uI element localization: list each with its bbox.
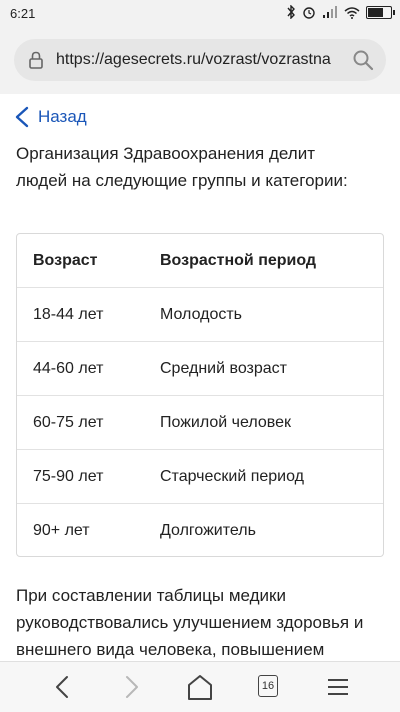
tabs-button[interactable]: 16 xyxy=(254,672,284,702)
back-arrow-icon[interactable] xyxy=(48,672,78,702)
signal-icon xyxy=(323,5,337,18)
age-cell: 75-90 лет xyxy=(17,449,144,504)
column-header-period: Возрастной период xyxy=(144,234,383,288)
table-row: 60-75 лет Пожилой человек xyxy=(17,395,383,450)
forward-arrow-icon[interactable] xyxy=(116,672,146,702)
intro-text: Организация Здравоохранения делит людей … xyxy=(16,140,386,194)
intro-line-1: Организация Здравоохранения делит xyxy=(16,144,315,163)
period-cell: Старческий период xyxy=(144,449,383,504)
period-cell: Долгожитель xyxy=(160,521,256,539)
period-cell: Пожилой человек xyxy=(144,395,383,450)
address-bar[interactable]: https://agesecrets.ru/vozrast/vozrastna xyxy=(14,39,386,81)
table-row: 90+ лет Долгожитель xyxy=(17,504,383,557)
table-row: 18-44 лет Молодость xyxy=(17,287,383,342)
intro-line-2: людей на следующие группы и категории: xyxy=(16,171,348,190)
age-cell: 44-60 лет xyxy=(17,341,144,396)
home-icon[interactable] xyxy=(185,672,215,702)
battery-icon xyxy=(366,5,395,19)
period-cell: Средний возраст xyxy=(144,341,383,396)
url-text[interactable]: https://agesecrets.ru/vozrast/vozrastna xyxy=(56,51,341,69)
status-icons xyxy=(286,5,395,19)
age-table: Возраст Возрастной период 18-44 лет Моло… xyxy=(16,233,384,557)
tabs-count: 16 xyxy=(258,675,278,697)
chevron-left-icon[interactable] xyxy=(14,106,30,128)
status-bar: 6:21 xyxy=(0,0,400,28)
age-cell: 60-75 лет xyxy=(17,395,144,450)
table-header-row: Возраст Возрастной период xyxy=(17,234,383,288)
alarm-icon xyxy=(303,7,315,19)
menu-icon[interactable] xyxy=(323,672,353,702)
age-cell: 90+ лет xyxy=(33,521,90,539)
back-bar[interactable]: Назад xyxy=(0,94,400,140)
period-cell: Молодость xyxy=(144,287,383,342)
age-cell: 18-44 лет xyxy=(17,287,144,342)
search-icon[interactable] xyxy=(352,49,374,71)
back-button[interactable]: Назад xyxy=(38,107,87,127)
lock-icon xyxy=(29,51,43,69)
table-row: 75-90 лет Старческий период xyxy=(17,449,383,504)
wifi-icon xyxy=(344,6,360,19)
browser-bottom-nav: 16 xyxy=(0,661,400,712)
column-header-age: Возраст xyxy=(17,234,144,288)
article-paragraph: При составлении таблицы медики руководст… xyxy=(16,586,364,659)
battery-level xyxy=(368,7,383,17)
bluetooth-icon xyxy=(287,5,295,19)
article-content: Организация Здравоохранения делит людей … xyxy=(16,140,386,194)
status-time: 6:21 xyxy=(10,6,36,21)
browser-toolbar: https://agesecrets.ru/vozrast/vozrastna xyxy=(0,28,400,94)
table-row: 44-60 лет Средний возраст xyxy=(17,341,383,396)
